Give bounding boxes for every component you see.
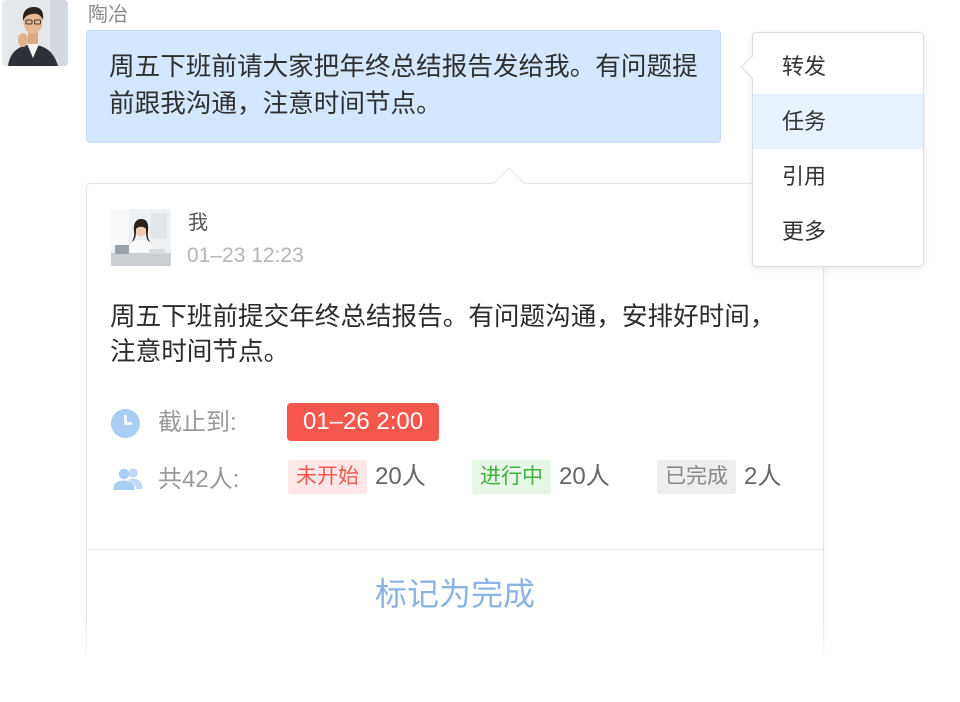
menu-item-forward[interactable]: 转发 xyxy=(753,39,923,94)
status-tag: 进行中 xyxy=(472,460,551,494)
clock-icon-glyph xyxy=(111,409,140,438)
card-pointer xyxy=(493,167,525,199)
menu-item-task[interactable]: 任务 xyxy=(753,94,923,149)
task-card[interactable]: 我 01–23 12:23 周五下班前提交年终总结报告。有问题沟通，安排好时间，… xyxy=(86,167,824,668)
status-tag: 已完成 xyxy=(657,460,736,494)
people-icon xyxy=(113,467,143,491)
status-not-started[interactable]: 未开始 20人 xyxy=(288,460,426,494)
deadline-badge: 01–26 2:00 xyxy=(287,403,440,441)
status-tag: 未开始 xyxy=(288,460,367,494)
menu-item-quote[interactable]: 引用 xyxy=(753,149,923,204)
status-in-progress[interactable]: 进行中 20人 xyxy=(472,460,610,494)
task-author: 我 xyxy=(188,212,208,234)
bottom-fade-overlay xyxy=(70,615,850,702)
status-count: 20人 xyxy=(559,463,610,490)
author-avatar[interactable] xyxy=(111,209,171,266)
message-text: 周五下班前请大家把年终总结报告发给我。有问题提前跟我沟通，注意时间节点。 xyxy=(109,53,698,118)
people-icon-glyph xyxy=(113,468,143,490)
sender-avatar-image xyxy=(2,0,68,66)
message-bubble[interactable]: 周五下班前请大家把年终总结报告发给我。有问题提前跟我沟通，注意时间节点。 xyxy=(86,30,721,143)
deadline-label: 截止到: xyxy=(158,409,237,436)
task-content: 周五下班前提交年终总结报告。有问题沟通，安排好时间，注意时间节点。 xyxy=(110,303,776,366)
status-count: 20人 xyxy=(375,463,426,490)
sender-name: 陶冶 xyxy=(88,4,128,26)
clock-icon xyxy=(111,409,140,438)
participants-label: 共42人: xyxy=(158,466,240,493)
message-context-menu: 转发 任务 引用 更多 xyxy=(740,32,924,267)
sender-avatar[interactable] xyxy=(2,0,68,66)
status-count: 2人 xyxy=(744,463,782,490)
task-timestamp: 01–23 12:23 xyxy=(187,244,304,267)
status-completed[interactable]: 已完成 2人 xyxy=(657,460,781,494)
menu-item-more[interactable]: 更多 xyxy=(753,204,923,259)
author-avatar-image xyxy=(111,209,171,266)
